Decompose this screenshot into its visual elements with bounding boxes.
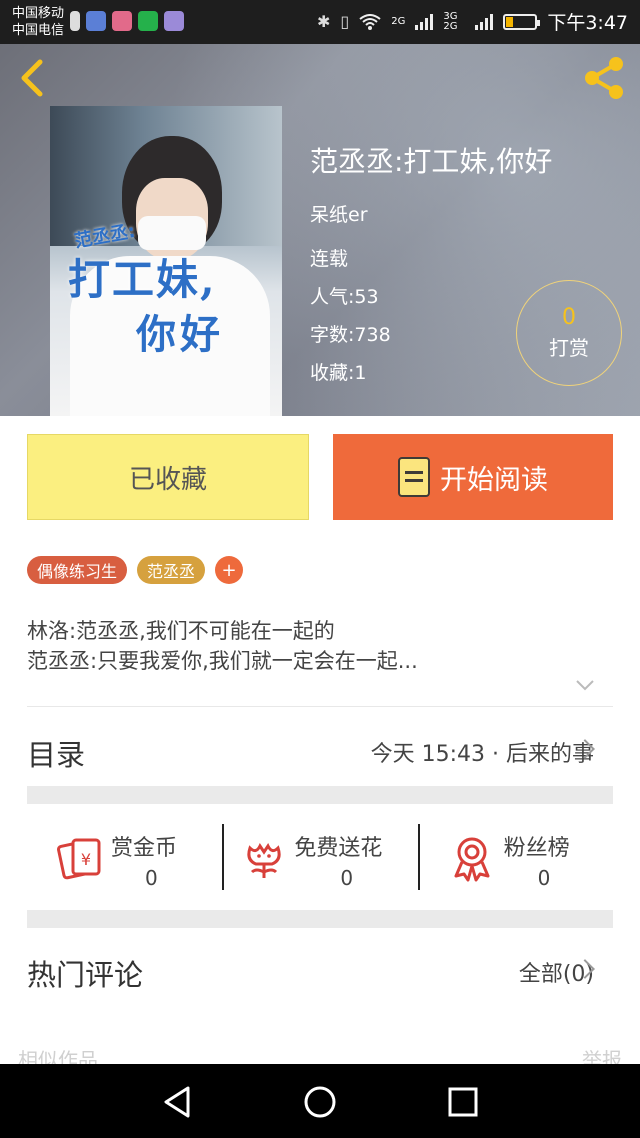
clock: 下午3:47 (547, 12, 628, 34)
status-bar: 中国移动 中国电信 ✱ ▯ 2G 3G 2G 下午3:47 (0, 0, 640, 44)
tag-list: 偶像练习生 范丞丞 + (27, 556, 244, 584)
favorited-button[interactable]: 已收藏 (27, 434, 309, 520)
chevron-left-icon (21, 59, 43, 97)
signal-1-icon (415, 13, 434, 30)
book-author[interactable]: 呆纸er (310, 200, 368, 227)
reward-count: 0 (562, 305, 576, 330)
tag-fan-chengcheng[interactable]: 范丞丞 (137, 556, 206, 584)
reward-button[interactable]: 0 打赏 (516, 280, 622, 386)
battery-level (506, 16, 514, 27)
stat-free-flowers[interactable]: 免费送花 0 (222, 820, 417, 898)
music-app-icon (164, 11, 184, 31)
book-description[interactable]: 林洛:范丞丞,我们不可能在一起的 范丞丞:只要我爱你,我们就一定会在一起... (27, 616, 613, 676)
chevron-down-icon (576, 680, 594, 691)
hot-comments-title: 热门评论 (27, 958, 144, 992)
network-type-1: 2G (391, 15, 406, 27)
book-status: 连载 (310, 248, 349, 270)
carrier-2: 中国电信 (12, 23, 65, 38)
section-separator (27, 786, 613, 804)
carrier-1: 中国移动 (12, 6, 65, 21)
carrier-info: 中国移动 中国电信 (12, 5, 64, 39)
start-reading-label: 开始阅读 (440, 464, 548, 496)
stat-label: 粉丝榜 (503, 836, 570, 861)
stat-label: 免费送花 (294, 836, 383, 861)
svg-text:¥: ¥ (81, 850, 91, 869)
start-reading-button[interactable]: 开始阅读 (333, 434, 613, 520)
support-stats: ¥ 赏金币 0 免费送花 0 粉丝榜 0 (27, 820, 613, 898)
status-right: ✱ ▯ 2G 3G 2G 下午3:47 (317, 8, 628, 35)
stat-label: 赏金币 (111, 836, 178, 861)
book-detail-content: 已收藏 开始阅读 偶像练习生 范丞丞 + 林洛:范丞丞,我们不可能在一起的 范丞… (0, 416, 640, 1072)
network-type-2: 3G 2G (443, 10, 458, 32)
cover-text-line1: 打工妹, (68, 255, 217, 304)
bluetooth-icon: ✱ (316, 12, 331, 31)
tag-idol-producer[interactable]: 偶像练习生 (27, 556, 128, 584)
stat-value: 0 (537, 866, 551, 890)
book-title: 范丞丞:打工妹,你好 (310, 145, 553, 178)
share-button[interactable] (580, 54, 628, 102)
toc-latest-chapter: 今天 15:43 · 后来的事 (370, 742, 594, 767)
cover-figure-mask (138, 216, 206, 250)
book-icon (398, 457, 430, 497)
toc-title: 目录 (27, 738, 86, 772)
book-favorites: 收藏:1 (310, 362, 367, 384)
book-cover[interactable]: 范丞丞: 打工妹, 你好 (50, 106, 282, 416)
alert-icon (70, 11, 80, 31)
signal-2-icon (475, 13, 494, 30)
wifi-icon (359, 13, 381, 30)
divider (27, 706, 613, 707)
add-tag-button[interactable]: + (215, 556, 244, 584)
reward-coin-icon: ¥ (57, 838, 101, 880)
cover-text-line2: 你好 (136, 311, 224, 358)
circle-home-icon (304, 1086, 336, 1118)
triangle-back-icon (164, 1086, 190, 1118)
game-app-icon (112, 11, 132, 31)
section-separator (27, 910, 613, 928)
maps-app-icon (86, 11, 106, 31)
book-word-count: 字数:738 (310, 324, 391, 346)
nav-recents-button[interactable] (442, 1084, 482, 1120)
system-nav-bar (0, 1064, 640, 1138)
book-popularity: 人气:53 (310, 286, 379, 308)
square-recents-icon (448, 1087, 478, 1117)
iqiyi-app-icon (138, 11, 158, 31)
description-line-1: 林洛:范丞丞,我们不可能在一起的 (27, 619, 335, 643)
description-line-2: 范丞丞:只要我爱你,我们就一定会在一起... (27, 649, 418, 673)
book-hero: 范丞丞: 打工妹, 你好 范丞丞:打工妹,你好 呆纸er 连载 人气:53 字数… (0, 44, 640, 416)
stat-reward-coins[interactable]: ¥ 赏金币 0 (27, 820, 222, 898)
battery-icon (503, 13, 541, 30)
nav-home-button[interactable] (300, 1084, 340, 1120)
notification-icons (70, 11, 184, 31)
flower-icon (247, 843, 281, 878)
reward-label: 打赏 (549, 336, 589, 360)
expand-description-button[interactable] (574, 674, 596, 696)
vibrate-icon: ▯ (340, 12, 350, 31)
nav-back-button[interactable] (158, 1084, 198, 1120)
stat-fan-ranking[interactable]: 粉丝榜 0 (417, 820, 613, 898)
share-icon (585, 57, 623, 99)
back-button[interactable] (16, 56, 56, 100)
stat-value: 0 (145, 866, 158, 890)
stat-value: 0 (340, 866, 354, 890)
medal-icon (454, 837, 490, 882)
